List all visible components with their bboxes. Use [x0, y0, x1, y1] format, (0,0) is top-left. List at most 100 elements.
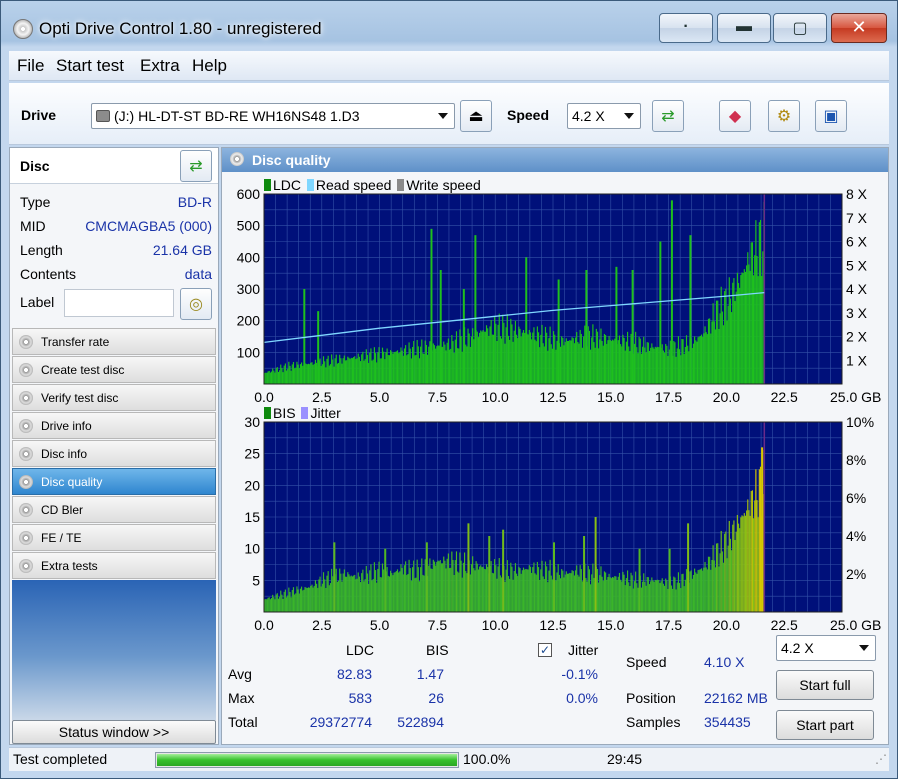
disc-label-input[interactable]	[64, 289, 174, 317]
x-tick-label: 20.0	[713, 389, 740, 405]
erase-button[interactable]: ◆	[719, 100, 751, 132]
nav-create-test-disc[interactable]: Create test disc	[12, 356, 216, 383]
data-bar	[570, 340, 572, 384]
data-bar	[703, 567, 705, 612]
eject-button[interactable]: ⏏	[460, 100, 492, 132]
data-bar	[548, 338, 550, 384]
data-bar	[329, 583, 332, 612]
menu-file[interactable]: File	[17, 56, 44, 76]
data-bar	[447, 553, 449, 612]
data-bar	[355, 359, 357, 384]
data-bar	[305, 363, 307, 384]
data-bar	[443, 556, 445, 612]
settings-button[interactable]: ⚙	[768, 100, 800, 132]
data-bar	[752, 275, 755, 384]
data-bar	[676, 348, 678, 384]
data-bar	[651, 343, 653, 384]
data-bar	[546, 332, 548, 384]
disc-icon	[19, 391, 33, 405]
status-window-button[interactable]: Status window >>	[12, 720, 216, 744]
status-text: Test completed	[13, 751, 108, 767]
data-bar	[500, 338, 503, 384]
data-bar	[725, 288, 727, 384]
data-bar	[482, 566, 484, 612]
data-peak	[425, 542, 428, 612]
nav-extra-tests[interactable]: Extra tests	[12, 552, 216, 579]
eject-icon: ⏏	[468, 108, 484, 125]
nav-cd-bler[interactable]: CD Bler	[12, 496, 216, 523]
y-tick-label: 20	[244, 477, 260, 493]
data-bar	[492, 334, 495, 384]
start-full-button[interactable]: Start full	[776, 670, 874, 700]
data-bar	[302, 590, 304, 612]
data-bar	[643, 573, 645, 612]
jitter-checkbox[interactable]: ✓	[538, 643, 552, 657]
y2-tick-label: 5 X	[846, 257, 868, 273]
data-bar	[492, 573, 495, 612]
data-bar	[377, 352, 379, 384]
data-bar	[749, 270, 751, 384]
data-bar	[365, 565, 367, 612]
data-bar	[451, 551, 453, 612]
drive-select[interactable]: (J:) HL-DT-ST BD-RE WH16NS48 1.D3	[91, 103, 455, 129]
data-bar	[704, 326, 706, 384]
data-bar	[662, 350, 664, 384]
data-bar	[409, 348, 411, 384]
save-button[interactable]: ▣	[815, 100, 847, 132]
nav-disc-quality[interactable]: Disc quality	[12, 468, 216, 495]
maximize-button[interactable]: ▢	[773, 13, 827, 43]
data-bar	[272, 594, 274, 612]
test-speed-value: 4.2 X	[781, 640, 814, 656]
test-speed-select[interactable]: 4.2 X	[776, 635, 876, 661]
data-bar	[685, 335, 688, 384]
data-bar	[393, 572, 395, 612]
data-peak	[384, 548, 387, 612]
data-bar	[428, 565, 430, 612]
window-title: Opti Drive Control 1.80 - unregistered	[39, 19, 322, 38]
data-bar	[722, 325, 725, 384]
data-bar	[661, 578, 663, 612]
data-bar	[409, 568, 411, 612]
minimize-button[interactable]: ▬	[717, 13, 771, 43]
nav-fe-te[interactable]: FE / TE	[12, 524, 216, 551]
data-bar	[273, 597, 275, 612]
start-part-button[interactable]: Start part	[776, 710, 874, 740]
data-bar	[452, 559, 454, 612]
data-bar	[423, 575, 425, 612]
menu-help[interactable]: Help	[192, 56, 227, 76]
data-bar	[481, 331, 483, 384]
data-peak	[615, 266, 618, 384]
menu-start-test[interactable]: Start test	[56, 56, 124, 76]
data-bar	[363, 581, 365, 612]
data-bar	[746, 510, 748, 612]
data-bar	[510, 562, 512, 612]
nav-verify-test-disc[interactable]: Verify test disc	[12, 384, 216, 411]
data-bar	[580, 569, 582, 612]
data-bar	[568, 340, 570, 384]
data-bar	[694, 568, 696, 612]
data-bar	[629, 586, 631, 612]
x-tick-label: 20.0	[713, 617, 740, 633]
nav-disc-info[interactable]: Disc info	[12, 440, 216, 467]
data-bar	[512, 341, 514, 384]
data-bar	[381, 563, 384, 612]
data-bar	[695, 572, 697, 612]
refresh-speed-button[interactable]: ⇄	[652, 100, 684, 132]
refresh-disc-button[interactable]: ⇄	[180, 150, 212, 182]
data-bar	[339, 354, 341, 384]
data-bar	[620, 579, 622, 612]
data-bar	[757, 276, 759, 384]
speed-select[interactable]: 4.2 X	[567, 103, 641, 129]
data-bar	[750, 242, 752, 384]
close-button[interactable]: ✕	[831, 13, 887, 43]
samples-label: Samples	[626, 714, 681, 730]
disc-label-button[interactable]: ◎	[180, 288, 212, 320]
nav-drive-info[interactable]: Drive info	[12, 412, 216, 439]
context-help-button[interactable]: ·	[659, 13, 713, 43]
nav-transfer-rate[interactable]: Transfer rate	[12, 328, 216, 355]
data-bar	[459, 552, 461, 612]
panel-header: Disc quality	[222, 148, 888, 172]
resize-grip-icon[interactable]: ⋰	[875, 752, 887, 766]
data-bar	[391, 573, 393, 612]
menu-extra[interactable]: Extra	[140, 56, 180, 76]
